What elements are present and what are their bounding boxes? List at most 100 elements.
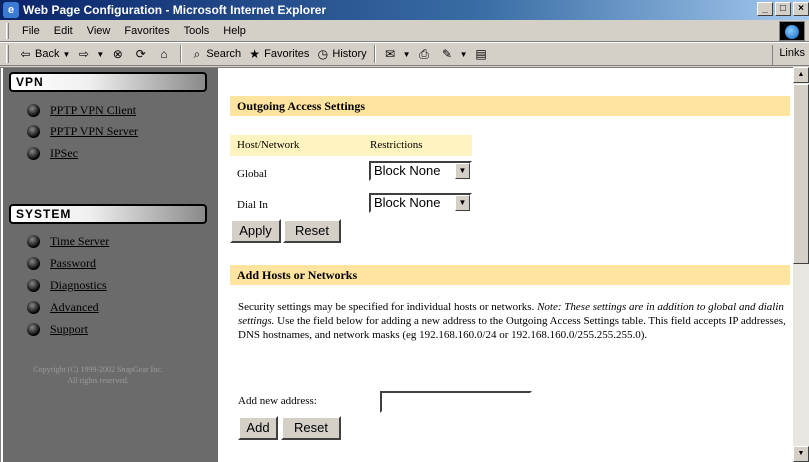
chevron-down-icon: ▼ — [459, 49, 468, 59]
nav-item-pptp-vpn-client[interactable]: PPTP VPN Client — [27, 103, 136, 118]
nav-item-support[interactable]: Support — [27, 322, 88, 337]
nav-link-advanced[interactable]: Advanced — [50, 300, 99, 315]
stop-button[interactable]: ⊗ — [107, 46, 130, 63]
refresh-button[interactable]: ⟳ — [130, 46, 153, 63]
copyright-line-1: Copyright (C) 1999-2002 SnapGear Inc. — [33, 365, 163, 374]
page-viewport: VPN PPTP VPN Client PPTP VPN Server IPSe… — [0, 67, 793, 462]
sidebar: VPN PPTP VPN Client PPTP VPN Server IPSe… — [3, 68, 218, 462]
nav-link-pptp-vpn-server[interactable]: PPTP VPN Server — [50, 124, 138, 139]
links-button[interactable]: Links — [772, 45, 809, 65]
menu-bar: File Edit View Favorites Tools Help — [0, 20, 809, 42]
scroll-thumb[interactable] — [793, 84, 809, 264]
forward-arrow-icon: ⇨ — [78, 46, 89, 61]
main-content: Outgoing Access Settings Host/Network Re… — [230, 68, 792, 462]
add-address-input[interactable] — [380, 391, 532, 413]
add-address-label: Add new address: — [238, 395, 317, 407]
home-button[interactable]: ⌂ — [153, 46, 176, 63]
back-button[interactable]: ⇦ Back ▼ — [15, 46, 73, 63]
menu-tools[interactable]: Tools — [177, 23, 217, 39]
dialin-restriction-select[interactable]: Block None ▼ — [369, 193, 472, 213]
bullet-icon — [27, 125, 40, 138]
bullet-icon — [27, 323, 40, 336]
nav-link-time-server[interactable]: Time Server — [50, 234, 109, 249]
menu-favorites[interactable]: Favorites — [117, 23, 176, 39]
chevron-down-icon: ▼ — [96, 49, 105, 59]
nav-link-support[interactable]: Support — [50, 322, 88, 337]
window-title: Web Page Configuration - Microsoft Inter… — [23, 3, 327, 17]
print-icon: ⎙ — [419, 46, 429, 61]
bullet-icon — [27, 235, 40, 248]
history-button[interactable]: ◷ History — [312, 46, 369, 63]
bullet-icon — [27, 104, 40, 117]
outgoing-table-header: Host/Network Restrictions — [230, 135, 472, 156]
title-bar: e Web Page Configuration - Microsoft Int… — [0, 0, 809, 20]
copyright-notice: Copyright (C) 1999-2002 SnapGear Inc. Al… — [3, 364, 193, 386]
chevron-down-icon: ▼ — [402, 49, 411, 59]
discuss-icon: ▤ — [475, 46, 487, 61]
reset-button[interactable]: Reset — [283, 219, 341, 243]
col-host-network: Host/Network — [237, 139, 300, 151]
nav-link-password[interactable]: Password — [50, 256, 96, 271]
nav-header-system: SYSTEM — [9, 204, 207, 224]
chevron-down-icon[interactable]: ▼ — [455, 163, 470, 179]
nav-link-pptp-vpn-client[interactable]: PPTP VPN Client — [50, 103, 136, 118]
print-button[interactable]: ⎙ — [414, 46, 437, 63]
favorites-icon: ★ — [249, 46, 261, 61]
nav-item-password[interactable]: Password — [27, 256, 96, 271]
mail-icon: ✉ — [385, 46, 396, 61]
nav-item-diagnostics[interactable]: Diagnostics — [27, 278, 107, 293]
back-arrow-icon: ⇦ — [20, 46, 31, 61]
toolbar-grip — [6, 45, 9, 63]
menu-help[interactable]: Help — [216, 23, 253, 39]
edit-button[interactable]: ✎ ▼ — [437, 46, 471, 63]
close-icon[interactable]: × — [793, 2, 809, 16]
stop-icon: ⊗ — [112, 46, 123, 61]
nav-item-ipsec[interactable]: IPSec — [27, 146, 78, 161]
ie-icon: e — [3, 2, 19, 18]
toolbar-separator — [180, 45, 183, 63]
add-hosts-description: Security settings may be specified for i… — [238, 300, 790, 342]
section-title-add-hosts: Add Hosts or Networks — [230, 265, 790, 285]
history-label: History — [332, 48, 367, 60]
minimize-icon[interactable]: _ — [757, 2, 773, 16]
windows-logo-icon — [779, 21, 805, 41]
add-button[interactable]: Add — [238, 416, 278, 440]
search-label: Search — [206, 48, 242, 60]
menu-edit[interactable]: Edit — [47, 23, 80, 39]
apply-button[interactable]: Apply — [230, 219, 281, 243]
home-icon: ⌂ — [160, 46, 168, 61]
nav-item-pptp-vpn-server[interactable]: PPTP VPN Server — [27, 124, 138, 139]
vertical-scrollbar[interactable]: ▲ ▼ — [793, 67, 809, 462]
menu-file[interactable]: File — [15, 23, 47, 39]
chevron-down-icon[interactable]: ▼ — [455, 195, 470, 211]
nav-link-diagnostics[interactable]: Diagnostics — [50, 278, 107, 293]
global-restriction-select[interactable]: Block None ▼ — [369, 161, 472, 181]
description-part-2: Use the field below for adding a new add… — [238, 315, 786, 341]
back-label: Back — [35, 48, 60, 60]
toolbar-separator — [373, 45, 376, 63]
scroll-up-icon[interactable]: ▲ — [793, 67, 809, 83]
bullet-icon — [27, 279, 40, 292]
edit-icon: ✎ — [442, 46, 453, 61]
col-restrictions: Restrictions — [370, 139, 423, 151]
mail-button[interactable]: ✉ ▼ — [380, 46, 414, 63]
scroll-down-icon[interactable]: ▼ — [793, 446, 809, 462]
maximize-icon[interactable]: □ — [775, 2, 791, 16]
menu-view[interactable]: View — [80, 23, 118, 39]
forward-button[interactable]: ⇨ ▼ — [73, 46, 107, 63]
nav-link-ipsec[interactable]: IPSec — [50, 146, 78, 161]
nav-item-time-server[interactable]: Time Server — [27, 234, 109, 249]
add-reset-button[interactable]: Reset — [281, 416, 341, 440]
discuss-button[interactable]: ▤ — [471, 46, 494, 63]
favorites-button[interactable]: ★ Favorites — [244, 46, 312, 63]
bullet-icon — [27, 301, 40, 314]
dialin-restriction-value: Block None — [374, 195, 441, 210]
bullet-icon — [27, 257, 40, 270]
search-button[interactable]: ⌕ Search — [186, 46, 244, 63]
row-label-dial-in: Dial In — [237, 199, 268, 211]
copyright-line-2: All rights reserved. — [67, 376, 129, 385]
toolbar: ⇦ Back ▼ ⇨ ▼ ⊗ ⟳ ⌂ ⌕ Search ★ Favorites … — [0, 42, 809, 66]
nav-header-vpn: VPN — [9, 72, 207, 92]
nav-item-advanced[interactable]: Advanced — [27, 300, 99, 315]
menu-grip — [6, 22, 9, 39]
